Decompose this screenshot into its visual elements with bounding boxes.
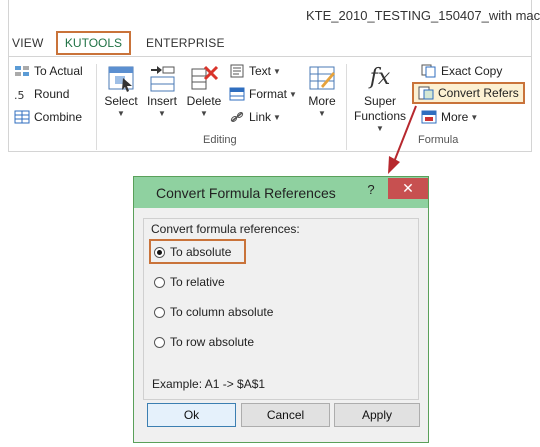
pointer-arrow-icon <box>388 105 417 174</box>
group-label-editing: Editing <box>203 134 237 146</box>
insert-label: Insert <box>146 94 177 108</box>
more-formula-label: More <box>441 110 469 124</box>
tab-kutools[interactable]: KUTOOLS <box>56 31 131 55</box>
radio-to-column-absolute[interactable]: To column absolute <box>154 305 273 319</box>
radio-label: To relative <box>170 275 225 289</box>
tab-view[interactable]: VIEW <box>12 36 43 50</box>
chevron-down-icon: ▼ <box>200 109 208 118</box>
combine-button[interactable]: Combine <box>14 110 82 124</box>
delete-button[interactable]: Delete ▼ <box>186 64 222 118</box>
chevron-down-icon: ▼ <box>318 109 326 118</box>
tab-enterprise[interactable]: ENTERPRISE <box>146 36 225 50</box>
dialog-title: Convert Formula References <box>156 185 336 201</box>
chevron-down-icon: ▼ <box>273 66 281 76</box>
exact-copy-icon <box>421 64 436 78</box>
cancel-button[interactable]: Cancel <box>241 403 330 427</box>
format-label: Format <box>249 87 288 101</box>
delete-label: Delete <box>186 94 222 108</box>
radio-label: To row absolute <box>170 335 255 349</box>
chevron-down-icon: ▼ <box>289 89 297 99</box>
delete-icon <box>191 65 219 90</box>
group-separator <box>346 64 347 150</box>
exact-copy-label: Exact Copy <box>441 64 503 78</box>
radio-button[interactable] <box>154 276 165 288</box>
round-label: Round <box>34 87 70 101</box>
to-actual-icon <box>15 66 29 76</box>
radio-button[interactable] <box>154 246 165 258</box>
combine-icon <box>14 110 30 124</box>
link-icon <box>230 112 244 122</box>
to-actual-button[interactable]: To Actual <box>14 64 83 78</box>
convert-refers-button[interactable]: Convert Refers <box>418 86 519 100</box>
help-button[interactable]: ? <box>364 182 378 197</box>
exact-copy-button[interactable]: Exact Copy <box>421 64 502 78</box>
format-icon <box>229 87 245 101</box>
chevron-down-icon: ▼ <box>158 109 166 118</box>
text-icon <box>230 64 244 78</box>
insert-button[interactable]: Insert ▼ <box>145 64 179 118</box>
ok-button[interactable]: Ok <box>147 403 236 427</box>
more-editing-button[interactable]: More ▼ <box>305 64 339 118</box>
radio-button[interactable] <box>154 306 165 318</box>
radio-to-relative[interactable]: To relative <box>154 275 225 289</box>
document-title: KTE_2010_TESTING_150407_with macro - <box>306 8 540 23</box>
tab-divider <box>8 56 532 57</box>
round-button[interactable]: .5 Round <box>14 87 69 101</box>
radio-button[interactable] <box>154 336 165 348</box>
options-group-label: Convert formula references: <box>149 222 302 236</box>
combine-label: Combine <box>34 110 83 124</box>
chevron-down-icon: ▼ <box>117 109 125 118</box>
radio-label: To absolute <box>170 245 232 259</box>
select-button[interactable]: Select ▼ <box>104 64 138 118</box>
more-icon <box>309 66 335 90</box>
more-label: More <box>308 94 336 108</box>
chevron-down-icon: ▼ <box>470 112 479 122</box>
select-icon <box>108 66 134 92</box>
close-icon: ✕ <box>402 180 414 196</box>
insert-icon <box>150 66 175 92</box>
convert-formula-references-dialog: Convert Formula References ? ✕ Convert f… <box>133 176 429 443</box>
close-button[interactable]: ✕ <box>388 178 428 199</box>
radio-to-row-absolute[interactable]: To row absolute <box>154 335 254 349</box>
group-separator <box>96 64 97 150</box>
text-label: Text <box>249 64 272 78</box>
text-button[interactable]: Text ▼ <box>229 64 281 78</box>
svg-text:.5: .5 <box>14 89 25 101</box>
radio-label: To column absolute <box>170 305 274 319</box>
example-text: Example: A1 -> $A$1 <box>152 377 266 391</box>
apply-button[interactable]: Apply <box>334 403 420 427</box>
convert-refers-label: Convert Refers <box>438 86 519 100</box>
select-label: Select <box>104 94 138 108</box>
fx-icon: fx <box>369 65 391 90</box>
link-label: Link <box>249 110 272 124</box>
convert-refers-icon <box>418 86 434 100</box>
chevron-down-icon: ▼ <box>273 112 281 122</box>
format-button[interactable]: Format ▼ <box>229 87 297 101</box>
round-icon: .5 <box>14 89 25 101</box>
to-actual-label: To Actual <box>34 64 83 78</box>
link-button[interactable]: Link ▼ <box>229 110 281 124</box>
radio-to-absolute[interactable]: To absolute <box>154 245 231 259</box>
